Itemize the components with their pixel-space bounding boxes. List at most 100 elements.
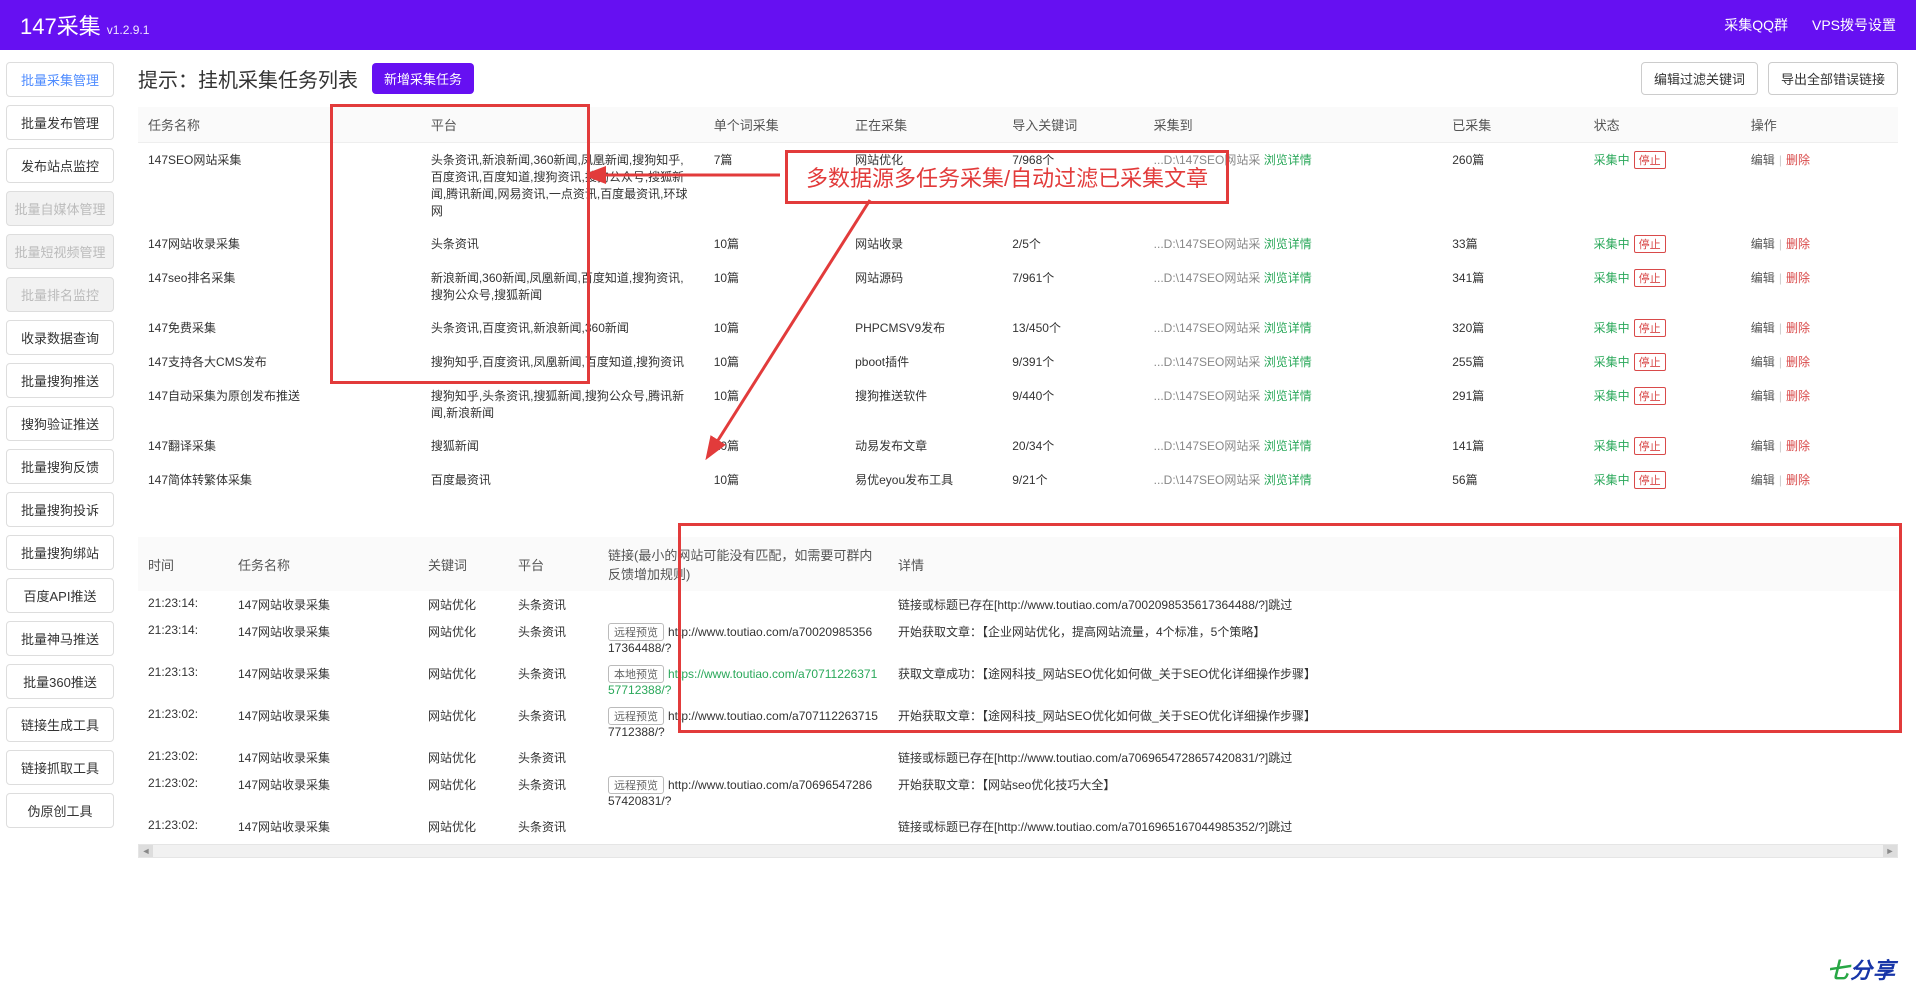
- header-link-qq[interactable]: 采集QQ群: [1724, 15, 1788, 35]
- edit-button[interactable]: 编辑: [1751, 439, 1775, 453]
- task-platform: 新浪新闻,360新闻,凤凰新闻,百度知道,搜狗资讯,搜狗公众号,搜狐新闻: [421, 261, 704, 311]
- delete-button[interactable]: 删除: [1786, 321, 1810, 335]
- log-plat: 头条资讯: [508, 618, 598, 660]
- remote-preview-button[interactable]: 远程预览: [608, 623, 664, 641]
- delete-button[interactable]: 删除: [1786, 271, 1810, 285]
- edit-button[interactable]: 编辑: [1751, 355, 1775, 369]
- sidebar-item-13[interactable]: 批量神马推送: [6, 621, 114, 656]
- task-count: 33篇: [1442, 227, 1583, 261]
- task-status: 采集中停止: [1584, 261, 1741, 311]
- remote-preview-button[interactable]: 远程预览: [608, 776, 664, 794]
- task-current: 动易发布文章: [845, 429, 1002, 463]
- task-dest: ...D:\147SEO网站采 浏览详情: [1144, 379, 1443, 429]
- browse-detail-link[interactable]: 浏览详情: [1264, 321, 1312, 335]
- edit-filter-button[interactable]: 编辑过滤关键词: [1641, 62, 1758, 95]
- stop-button[interactable]: 停止: [1634, 235, 1666, 253]
- new-task-button[interactable]: 新增采集任务: [372, 63, 474, 94]
- task-keywords: 9/391个: [1002, 345, 1143, 379]
- task-keywords: 2/5个: [1002, 227, 1143, 261]
- sidebar-item-0[interactable]: 批量采集管理: [6, 62, 114, 97]
- edit-button[interactable]: 编辑: [1751, 271, 1775, 285]
- main-content: 提示：挂机采集任务列表 新增采集任务 编辑过滤关键词 导出全部错误链接 任务名称…: [120, 50, 1916, 993]
- log-col-2: 关键词: [418, 537, 508, 591]
- task-status: 采集中停止: [1584, 345, 1741, 379]
- task-current: PHPCMSV9发布: [845, 311, 1002, 345]
- log-time: 21:23:13:: [138, 660, 228, 702]
- log-task: 147网站收录采集: [228, 660, 418, 702]
- stop-button[interactable]: 停止: [1634, 471, 1666, 489]
- log-detail: 开始获取文章：【网站seo优化技巧大全】: [888, 771, 1898, 813]
- log-task: 147网站收录采集: [228, 813, 418, 840]
- log-kw: 网站优化: [418, 618, 508, 660]
- log-row: 21:23:02:147网站收录采集网站优化头条资讯链接或标题已存在[http:…: [138, 813, 1898, 840]
- browse-detail-link[interactable]: 浏览详情: [1264, 473, 1312, 487]
- log-detail: 链接或标题已存在[http://www.toutiao.com/a7016965…: [888, 813, 1898, 840]
- task-name: 147网站收录采集: [138, 227, 421, 261]
- task-per: 10篇: [704, 463, 845, 497]
- delete-button[interactable]: 删除: [1786, 355, 1810, 369]
- sidebar-item-7[interactable]: 批量搜狗推送: [6, 363, 114, 398]
- task-per: 10篇: [704, 311, 845, 345]
- sidebar-item-10[interactable]: 批量搜狗投诉: [6, 492, 114, 527]
- task-current: 网站优化: [845, 143, 1002, 228]
- log-row: 21:23:02:147网站收录采集网站优化头条资讯远程预览http://www…: [138, 702, 1898, 744]
- log-row: 21:23:14:147网站收录采集网站优化头条资讯远程预览http://www…: [138, 618, 1898, 660]
- sidebar-item-11[interactable]: 批量搜狗绑站: [6, 535, 114, 570]
- sidebar-item-1[interactable]: 批量发布管理: [6, 105, 114, 140]
- delete-button[interactable]: 删除: [1786, 473, 1810, 487]
- log-scrollbar[interactable]: ◄ ►: [138, 844, 1898, 858]
- task-count: 320篇: [1442, 311, 1583, 345]
- log-kw: 网站优化: [418, 771, 508, 813]
- stop-button[interactable]: 停止: [1634, 151, 1666, 169]
- task-current: 搜狗推送软件: [845, 379, 1002, 429]
- stop-button[interactable]: 停止: [1634, 353, 1666, 371]
- stop-button[interactable]: 停止: [1634, 387, 1666, 405]
- log-row: 21:23:14:147网站收录采集网站优化头条资讯链接或标题已存在[http:…: [138, 591, 1898, 618]
- scroll-right-icon[interactable]: ►: [1883, 845, 1897, 857]
- edit-button[interactable]: 编辑: [1751, 153, 1775, 167]
- edit-button[interactable]: 编辑: [1751, 389, 1775, 403]
- sidebar-item-9[interactable]: 批量搜狗反馈: [6, 449, 114, 484]
- delete-button[interactable]: 删除: [1786, 153, 1810, 167]
- header-link-vps[interactable]: VPS拨号设置: [1812, 15, 1896, 35]
- task-row: 147支持各大CMS发布搜狗知乎,百度资讯,凤凰新闻,百度知道,搜狗资讯10篇p…: [138, 345, 1898, 379]
- stop-button[interactable]: 停止: [1634, 437, 1666, 455]
- task-name: 147翻译采集: [138, 429, 421, 463]
- sidebar-item-5: 批量排名监控: [6, 277, 114, 312]
- sidebar-item-8[interactable]: 搜狗验证推送: [6, 406, 114, 441]
- browse-detail-link[interactable]: 浏览详情: [1264, 355, 1312, 369]
- log-link: 本地预览https://www.toutiao.com/a70711226371…: [598, 660, 888, 702]
- task-keywords: 9/21个: [1002, 463, 1143, 497]
- edit-button[interactable]: 编辑: [1751, 237, 1775, 251]
- local-preview-button[interactable]: 本地预览: [608, 665, 664, 683]
- sidebar-item-12[interactable]: 百度API推送: [6, 578, 114, 613]
- browse-detail-link[interactable]: 浏览详情: [1264, 439, 1312, 453]
- sidebar-item-15[interactable]: 链接生成工具: [6, 707, 114, 742]
- browse-detail-link[interactable]: 浏览详情: [1264, 237, 1312, 251]
- remote-preview-button[interactable]: 远程预览: [608, 707, 664, 725]
- log-task: 147网站收录采集: [228, 744, 418, 771]
- edit-button[interactable]: 编辑: [1751, 321, 1775, 335]
- sidebar-item-14[interactable]: 批量360推送: [6, 664, 114, 699]
- log-detail: 开始获取文章：【途网科技_网站SEO优化如何做_关于SEO优化详细操作步骤】: [888, 702, 1898, 744]
- delete-button[interactable]: 删除: [1786, 389, 1810, 403]
- log-time: 21:23:02:: [138, 744, 228, 771]
- sidebar-item-16[interactable]: 链接抓取工具: [6, 750, 114, 785]
- task-col-4: 导入关键词: [1002, 107, 1143, 143]
- export-errors-button[interactable]: 导出全部错误链接: [1768, 62, 1898, 95]
- scroll-left-icon[interactable]: ◄: [139, 845, 153, 857]
- browse-detail-link[interactable]: 浏览详情: [1264, 389, 1312, 403]
- task-ops: 编辑|删除: [1741, 345, 1898, 379]
- browse-detail-link[interactable]: 浏览详情: [1264, 271, 1312, 285]
- stop-button[interactable]: 停止: [1634, 269, 1666, 287]
- edit-button[interactable]: 编辑: [1751, 473, 1775, 487]
- task-name: 147自动采集为原创发布推送: [138, 379, 421, 429]
- browse-detail-link[interactable]: 浏览详情: [1264, 153, 1312, 167]
- sidebar-item-6[interactable]: 收录数据查询: [6, 320, 114, 355]
- sidebar-item-17[interactable]: 伪原创工具: [6, 793, 114, 828]
- sidebar-item-2[interactable]: 发布站点监控: [6, 148, 114, 183]
- task-dest: ...D:\147SEO网站采 浏览详情: [1144, 429, 1443, 463]
- stop-button[interactable]: 停止: [1634, 319, 1666, 337]
- delete-button[interactable]: 删除: [1786, 237, 1810, 251]
- delete-button[interactable]: 删除: [1786, 439, 1810, 453]
